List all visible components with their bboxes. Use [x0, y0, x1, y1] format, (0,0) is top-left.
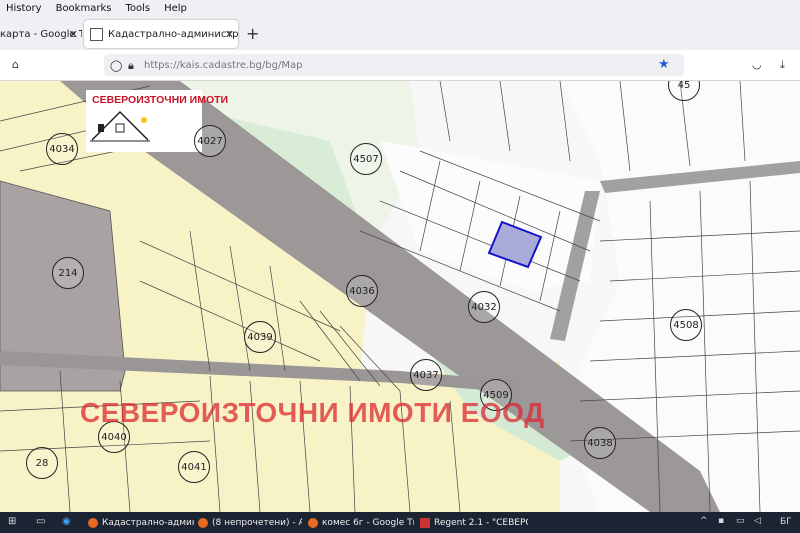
pocket-icon[interactable]: ◡: [752, 58, 762, 71]
parcel-label: 4507: [350, 143, 382, 175]
url-bar[interactable]: ◯ 🔒︎ https://kais.cadastre.bg/bg/Map: [104, 54, 684, 76]
parcel-label: 4037: [410, 359, 442, 391]
parcel-label: 4034: [46, 133, 78, 165]
parcel-label: 4032: [468, 291, 500, 323]
edge-icon[interactable]: ◉: [62, 516, 71, 527]
lock-icon[interactable]: 🔒︎: [128, 59, 134, 73]
logo: СЕВЕРОИЗТОЧНИ ИМОТИ: [86, 90, 228, 152]
watermark-text: СЕВЕРОИЗТОЧНИ ИМОТИ ЕООД: [80, 397, 545, 428]
navigation-bar: ⌂ ◯ 🔒︎ https://kais.cadastre.bg/bg/Map ★…: [0, 50, 800, 81]
parcel-label: 4508: [670, 309, 702, 341]
taskbar-item-google[interactable]: комес 6г - Google Ть...: [308, 515, 414, 530]
site-favicon-icon: [90, 27, 103, 41]
tab-title: Кадастрално-административ: [108, 28, 238, 40]
parcel-label: 4027: [194, 125, 226, 157]
parcel-label: 4038: [584, 427, 616, 459]
start-windows-icon[interactable]: ⊞: [8, 516, 16, 527]
home-icon[interactable]: ⌂: [12, 58, 19, 71]
firefox-icon: [198, 517, 208, 528]
taskbar-item-label: Regent 2.1 - "СЕВЕРО...: [434, 517, 528, 528]
menu-bookmarks[interactable]: Bookmarks: [56, 3, 112, 14]
taskbar: ⊞ ▭ ◉ Кадастрално-админ... (8 непрочетен…: [0, 512, 800, 533]
regent-app-icon: [420, 517, 430, 528]
close-icon[interactable]: ✕: [225, 28, 234, 41]
language-indicator[interactable]: БГ: [780, 517, 792, 527]
menu-help[interactable]: Help: [164, 3, 187, 14]
house-logo-icon: [90, 110, 150, 142]
firefox-icon: [308, 517, 318, 528]
parcel-label: 28: [26, 447, 58, 479]
tray-chevron-icon[interactable]: ^: [700, 516, 708, 526]
tab-cadastre[interactable]: Кадастрално-административ ✕: [84, 20, 238, 48]
tray-app-icon[interactable]: ▪: [718, 516, 724, 526]
taskbar-item-label: (8 непрочетени) - Аб...: [212, 517, 302, 528]
parcel-label: 4036: [346, 275, 378, 307]
taskbar-item-label: комес 6г - Google Ть...: [322, 517, 414, 528]
parcel-label: 214: [52, 257, 84, 289]
volume-icon[interactable]: ◁: [754, 516, 761, 526]
tab-google-map[interactable]: карта - Google Ть ✕: [0, 20, 82, 48]
network-icon[interactable]: ▭: [736, 516, 745, 526]
download-icon[interactable]: ⤓: [780, 58, 785, 72]
url-text: https://kais.cadastre.bg/bg/Map: [144, 59, 303, 71]
shield-icon[interactable]: ◯: [110, 59, 122, 72]
taskbar-item-regent[interactable]: Regent 2.1 - "СЕВЕРО...: [420, 515, 528, 530]
parcel-label: 4039: [244, 321, 276, 353]
close-icon[interactable]: ✕: [69, 28, 78, 41]
bookmark-star-icon[interactable]: ★: [658, 57, 670, 72]
firefox-icon: [88, 517, 98, 528]
cadastre-map[interactable]: СЕВЕРОИЗТОЧНИ ИМОТИ 4034 4027 4507 45 21…: [0, 81, 800, 512]
parcel-label: 4041: [178, 451, 210, 483]
search-icon[interactable]: ▭: [36, 516, 45, 527]
menu-tools[interactable]: Tools: [125, 3, 150, 14]
menu-history[interactable]: History: [6, 3, 42, 14]
taskbar-item-mail[interactable]: (8 непрочетени) - Аб...: [198, 515, 302, 530]
menu-bar: History Bookmarks Tools Help: [0, 0, 800, 17]
taskbar-item-cadastre[interactable]: Кадастрално-админ...: [88, 515, 194, 530]
tab-bar: карта - Google Ть ✕ Кадастрално-админист…: [0, 17, 800, 50]
new-tab-plus-icon[interactable]: +: [246, 24, 259, 43]
taskbar-item-label: Кадастрално-админ...: [102, 517, 194, 528]
